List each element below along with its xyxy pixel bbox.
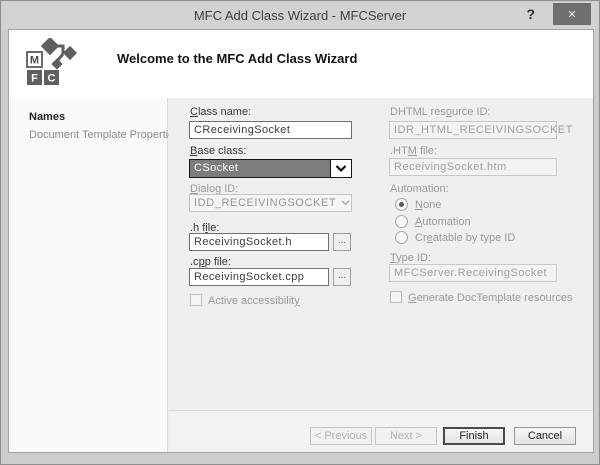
dhtml-resource-id-input: IDR_HTML_RECEIVINGSOCKET bbox=[389, 121, 557, 139]
wizard-header: M F C Welcome to the MFC Add Class Wizar… bbox=[9, 30, 593, 98]
cancel-button[interactable]: Cancel bbox=[514, 427, 576, 445]
previous-button: < Previous bbox=[310, 427, 372, 445]
base-class-value: CSocket bbox=[190, 160, 330, 177]
titlebar[interactable]: MFC Add Class Wizard - MFCServer ? ✕ bbox=[2, 2, 598, 29]
dhtml-resource-id-label: DHTML resource ID: bbox=[390, 106, 490, 118]
radio-creatable-by-type-id bbox=[395, 231, 408, 244]
close-icon: ✕ bbox=[567, 8, 576, 21]
radio-automation bbox=[395, 215, 408, 228]
h-file-input[interactable]: ReceivingSocket.h bbox=[189, 233, 329, 251]
svg-text:C: C bbox=[48, 73, 56, 85]
help-icon[interactable]: ? bbox=[526, 6, 535, 22]
mfc-logo-icon: M F C bbox=[24, 38, 90, 88]
chevron-down-icon[interactable] bbox=[330, 160, 351, 177]
wizard-dialog: MFC Add Class Wizard - MFCServer ? ✕ M F… bbox=[0, 0, 600, 465]
h-file-browse-button[interactable]: ... bbox=[333, 233, 351, 251]
class-name-label: Class name: bbox=[190, 106, 251, 118]
active-accessibility-checkbox bbox=[190, 294, 202, 306]
form-area: Class name: CReceivingSocket Base class:… bbox=[169, 98, 593, 410]
dialog-id-value: IDD_RECEIVINGSOCKET bbox=[190, 195, 340, 211]
finish-button[interactable]: Finish bbox=[443, 427, 505, 445]
close-button[interactable]: ✕ bbox=[553, 3, 591, 25]
sidebar-item-document-template-properties[interactable]: Document Template Properties bbox=[29, 129, 180, 141]
base-class-combo[interactable]: CSocket bbox=[189, 159, 352, 178]
button-strip: < Previous Next > Finish Cancel bbox=[169, 410, 593, 452]
htm-file-label: .HTM file: bbox=[390, 145, 437, 157]
htm-file-input: ReceivingSocket.htm bbox=[389, 158, 557, 176]
radio-automation-label: Automation bbox=[415, 216, 471, 228]
dialog-content: M F C Welcome to the MFC Add Class Wizar… bbox=[8, 29, 594, 453]
cpp-file-browse-button[interactable]: ... bbox=[333, 268, 351, 286]
mfc-logo: M F C bbox=[24, 38, 90, 93]
base-class-label: Base class: bbox=[190, 145, 246, 157]
automation-group-label: Automation: bbox=[390, 183, 449, 195]
svg-text:M: M bbox=[30, 55, 39, 67]
svg-text:F: F bbox=[31, 73, 38, 85]
active-accessibility-label: Active accessibility bbox=[208, 295, 300, 307]
sidebar: Names Document Template Properties bbox=[9, 98, 168, 452]
radio-dot-icon bbox=[399, 202, 404, 207]
generate-doctemplate-checkbox bbox=[390, 291, 402, 303]
radio-creatable-label: Creatable by type ID bbox=[415, 232, 515, 244]
radio-none bbox=[395, 198, 408, 211]
next-button: Next > bbox=[375, 427, 437, 445]
page-title: Welcome to the MFC Add Class Wizard bbox=[117, 51, 357, 66]
generate-doctemplate-label: Generate DocTemplate resources bbox=[408, 292, 572, 304]
class-name-input[interactable]: CReceivingSocket bbox=[189, 121, 352, 139]
cpp-file-input[interactable]: ReceivingSocket.cpp bbox=[189, 268, 329, 286]
radio-none-label: None bbox=[415, 199, 441, 211]
dialog-id-combo: IDD_RECEIVINGSOCKET bbox=[189, 194, 352, 212]
sidebar-item-names[interactable]: Names bbox=[29, 111, 65, 123]
type-id-input: MFCServer.ReceivingSocket bbox=[389, 264, 557, 282]
chevron-down-disabled-icon bbox=[340, 195, 351, 211]
cpp-file-label: .cpp file: bbox=[190, 256, 231, 268]
window-title: MFC Add Class Wizard - MFCServer bbox=[194, 8, 406, 23]
type-id-label: Type ID: bbox=[390, 252, 431, 264]
